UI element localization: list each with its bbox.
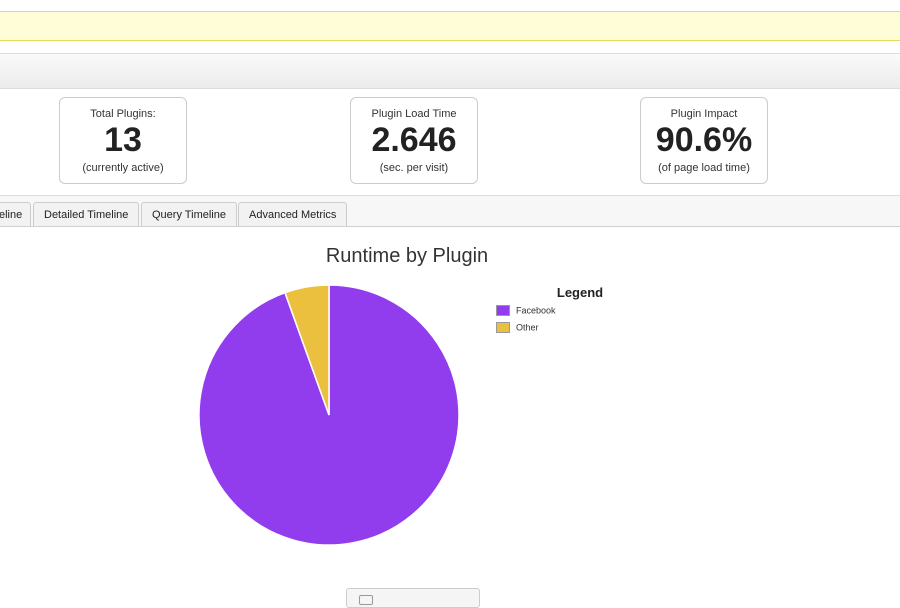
tab-label: Query Timeline [152, 209, 226, 221]
pie-slice-facebook [198, 284, 460, 546]
tab-label: Detailed Timeline [44, 209, 129, 221]
legend-swatch-facebook [496, 305, 510, 317]
stat-plugin-impact: Plugin Impact 90.6% (of page load time) [640, 97, 768, 184]
tab-simple-timeline[interactable]: eline [0, 202, 31, 226]
tab-query-timeline[interactable]: Query Timeline [141, 202, 237, 226]
legend-swatch-other [496, 322, 510, 334]
tab-bar: eline Detailed Timeline Query Timeline A… [0, 195, 900, 227]
tab-advanced-metrics[interactable]: Advanced Metrics [238, 202, 348, 226]
pie-slice-other [284, 284, 330, 416]
chart-title: Runtime by Plugin [325, 245, 489, 267]
stat-value: 2.646 [371, 121, 457, 159]
stat-value: 13 [104, 121, 142, 159]
stat-plugin-load-time: Plugin Load Time 2.646 (sec. per visit) [350, 97, 478, 184]
stat-label: Plugin Load Time [371, 108, 457, 120]
stat-sub: (of page load time) [658, 162, 750, 174]
tab-label: Advanced Metrics [249, 209, 337, 221]
stat-label: Total Plugins: [90, 108, 156, 120]
legend-label: Other [516, 322, 539, 333]
stat-total-plugins: Total Plugins: 13 (currently active) [59, 97, 187, 184]
toolbar [0, 53, 900, 89]
legend-item-facebook: Facebook [496, 305, 556, 318]
pie-chart [198, 284, 460, 546]
notice-bar [0, 11, 900, 41]
legend-item-other: Other [496, 322, 539, 335]
stat-sub: (sec. per visit) [379, 162, 449, 174]
stat-label: Plugin Impact [670, 108, 738, 120]
tab-label: eline [0, 209, 23, 221]
legend-label: Facebook [516, 305, 556, 316]
legend-title: Legend [556, 285, 604, 300]
tab-detailed-timeline[interactable]: Detailed Timeline [33, 202, 140, 226]
export-button[interactable] [346, 588, 480, 608]
stat-value: 90.6% [655, 121, 753, 159]
stat-sub: (currently active) [82, 162, 164, 174]
camera-icon [359, 595, 373, 605]
